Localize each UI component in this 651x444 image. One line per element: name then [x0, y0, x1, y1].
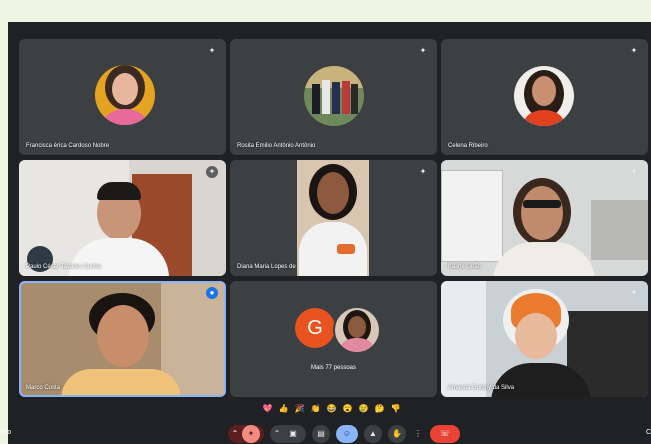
- emoji-icon: ☺: [342, 429, 352, 438]
- reaction-party-icon[interactable]: 🎉: [293, 402, 306, 415]
- participant-name: Celena Ribeiro: [448, 143, 488, 149]
- participant-tile[interactable]: ✦ Paulo César Tavares Cunha: [19, 160, 226, 276]
- reaction-thinking-icon[interactable]: 🤔: [373, 402, 386, 415]
- participant-video: [297, 160, 369, 276]
- participant-tile[interactable]: ✦ Francisca érica Cardoso Nobre: [19, 39, 226, 155]
- participant-name: Amanda Guidny da Silva: [448, 385, 515, 391]
- hand-icon: ✋: [392, 429, 402, 438]
- muted-mic-icon: ✦: [630, 167, 638, 176]
- phone-hangup-icon: ☏: [439, 429, 450, 438]
- camera-toggle-button[interactable]: ⌃ ▣: [270, 425, 306, 443]
- participant-video: [441, 160, 648, 276]
- participant-tile[interactable]: ✦ Rosita Emilio Antônio Antônio: [230, 39, 437, 155]
- call-controls: ⌃ ✦ ⌃ ▣ ▤ ☺ ▲ ✋ ⋮ ☏: [228, 424, 460, 444]
- emoji-button[interactable]: ☺: [336, 425, 358, 443]
- participant-video: [441, 281, 648, 397]
- chevron-up-icon[interactable]: ⌃: [228, 425, 242, 443]
- others-count-label: Mais 77 pessoas: [310, 365, 357, 371]
- avatar: [333, 306, 381, 354]
- participant-name: Marco Costa: [26, 385, 61, 391]
- mic-off-icon[interactable]: ✦: [242, 425, 260, 443]
- reaction-surprised-icon[interactable]: 😮: [341, 402, 354, 415]
- present-button[interactable]: ▲: [364, 425, 382, 443]
- participant-video: [19, 160, 226, 276]
- reaction-laugh-icon[interactable]: 😂: [325, 402, 338, 415]
- side-label-right: C: [645, 429, 651, 436]
- meeting-window: ✦ Francisca érica Cardoso Nobre ✦ Rosita…: [8, 22, 651, 444]
- raise-hand-button[interactable]: ✋: [388, 425, 406, 443]
- others-initial-avatar: G: [295, 308, 335, 348]
- leave-call-button[interactable]: ☏: [430, 425, 460, 443]
- mic-toggle-button[interactable]: ⌃ ✦: [228, 425, 264, 443]
- more-options-button[interactable]: ⋮: [412, 425, 424, 443]
- muted-mic-icon: ✦: [419, 46, 427, 55]
- participant-name: Rosita Emilio Antônio Antônio: [237, 143, 316, 149]
- others-tile[interactable]: G Mais 77 pessoas: [230, 281, 437, 397]
- reaction-sad-icon[interactable]: 😢: [357, 402, 370, 415]
- avatar: [95, 65, 155, 125]
- captions-icon: ▤: [317, 429, 325, 438]
- participant-tile-speaking[interactable]: ● Marco Costa: [19, 281, 226, 397]
- muted-mic-icon: ✦: [630, 46, 638, 55]
- reaction-clap-icon[interactable]: 👏: [309, 402, 322, 415]
- participant-name: Diana Maria Lopes de: [237, 264, 296, 270]
- participant-tile[interactable]: ✦ Kaline Girão: [441, 160, 648, 276]
- camera-icon[interactable]: ▣: [284, 425, 302, 443]
- side-label: nvo: [0, 429, 12, 436]
- participant-name: Kaline Girão: [448, 264, 482, 270]
- muted-mic-icon: ✦: [419, 167, 427, 176]
- participant-tile[interactable]: ✦ Amanda Guidny da Silva: [441, 281, 648, 397]
- participant-name: Francisca érica Cardoso Nobre: [26, 143, 110, 149]
- reaction-thumbs-up-icon[interactable]: 👍: [277, 402, 290, 415]
- speaking-icon: ●: [206, 287, 218, 299]
- reaction-thumbs-down-icon[interactable]: 👎: [389, 402, 402, 415]
- avatar: [514, 66, 574, 126]
- muted-mic-icon: ✦: [630, 288, 638, 297]
- reaction-heart-icon[interactable]: 💖: [261, 402, 274, 415]
- participant-name: Paulo César Tavares Cunha: [26, 264, 101, 270]
- more-vert-icon: ⋮: [414, 429, 422, 438]
- chevron-up-icon[interactable]: ⌃: [270, 425, 284, 443]
- avatar: [304, 66, 364, 126]
- participant-video: [21, 283, 224, 395]
- reactions-bar: 💖 👍 🎉 👏 😂 😮 😢 🤔 👎: [261, 402, 402, 416]
- muted-mic-icon: ✦: [208, 46, 216, 55]
- captions-button[interactable]: ▤: [312, 425, 330, 443]
- participant-tile[interactable]: ✦ Diana Maria Lopes de: [230, 160, 437, 276]
- present-icon: ▲: [369, 429, 377, 438]
- participant-tile[interactable]: ✦ Celena Ribeiro: [441, 39, 648, 155]
- muted-mic-icon: ✦: [206, 166, 218, 178]
